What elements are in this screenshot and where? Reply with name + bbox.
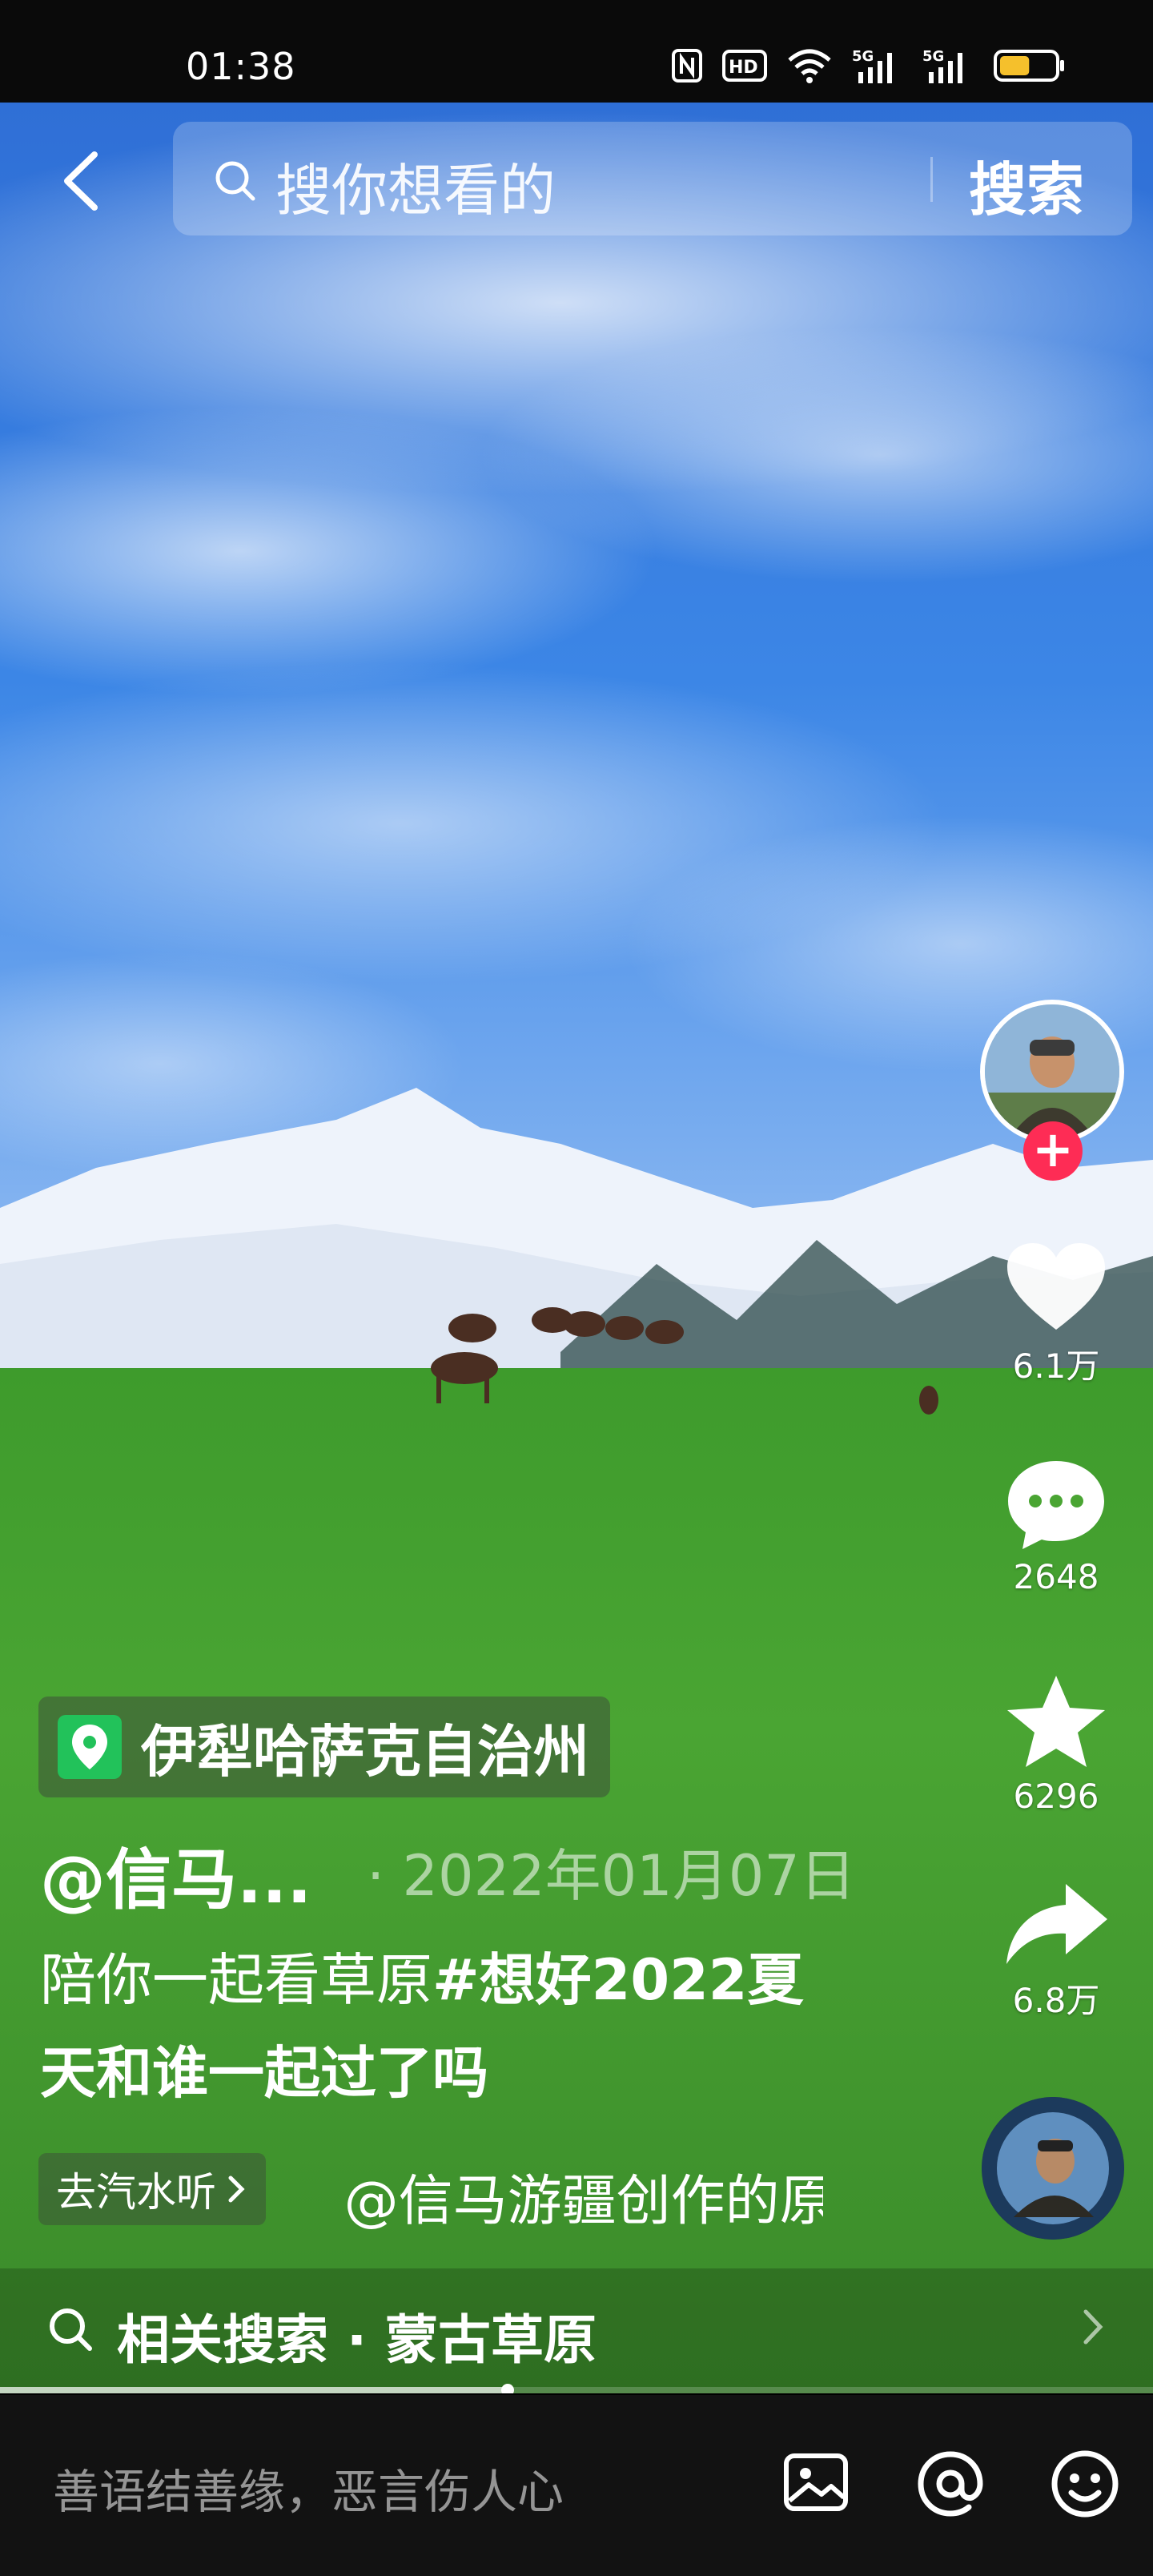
author-name[interactable]: @信马...: [40, 1826, 311, 1922]
music-title[interactable]: @信马游疆创作的原: [327, 2156, 823, 2236]
star-icon: [1007, 1676, 1105, 1767]
like-button[interactable]: 6.1万: [972, 1240, 1140, 1388]
video-player[interactable]: 搜你想看的 搜索 + 6.1万 2648 6296 6.8万 伊犁哈萨克自治州 …: [0, 103, 1153, 2393]
music-disc[interactable]: [982, 2097, 1124, 2240]
svg-text:5G: 5G: [922, 48, 944, 65]
progress-fill: [0, 2387, 508, 2393]
favorite-button[interactable]: 6296: [972, 1672, 1140, 1816]
search-divider: [930, 157, 933, 202]
video-caption: 陪你一起看草原#想好2022夏天和谁一起过了吗: [40, 1934, 857, 2119]
status-icons: HD 5G 5G: [671, 42, 1067, 90]
progress-knob[interactable]: [500, 2384, 514, 2393]
comment-icon: [1008, 1461, 1104, 1549]
status-bar: 01:38 HD 5G 5G: [0, 0, 1153, 103]
listen-on-soda-button[interactable]: 去汽水听: [38, 2153, 266, 2225]
chevron-right-icon: [1081, 2307, 1105, 2350]
signal-5g-icon-2: 5G: [922, 46, 974, 85]
share-button[interactable]: 6.8万: [972, 1881, 1140, 2023]
related-search-label: 相关搜索 · 蒙古草原: [117, 2309, 597, 2371]
video-progress-bar[interactable]: [0, 2384, 1153, 2393]
soda-label: 去汽水听: [56, 2169, 216, 2216]
svg-text:5G: 5G: [852, 48, 874, 65]
image-icon[interactable]: [781, 2448, 850, 2520]
comment-count: 2648: [1013, 1557, 1099, 1596]
share-icon: [1006, 1884, 1107, 1964]
follow-button[interactable]: +: [1023, 1121, 1083, 1181]
hd-icon: HD: [722, 46, 767, 85]
caption-text: 陪你一起看草原: [40, 1947, 432, 2013]
comment-input[interactable]: 善语结善缘，恶言伤人心: [53, 2454, 564, 2522]
status-time: 01:38: [186, 45, 296, 88]
location-tag[interactable]: 伊犁哈萨克自治州: [38, 1697, 610, 1797]
mention-icon[interactable]: [914, 2448, 986, 2523]
related-search-bar[interactable]: 相关搜索 · 蒙古草原: [0, 2268, 1153, 2393]
emoji-icon[interactable]: [1049, 2448, 1121, 2523]
nfc-icon: [671, 46, 703, 85]
svg-text:HD: HD: [729, 58, 758, 78]
search-box[interactable]: 搜你想看的 搜索: [173, 122, 1132, 235]
search-icon: [213, 159, 258, 207]
comment-button[interactable]: 2648: [972, 1456, 1140, 1596]
search-button[interactable]: 搜索: [969, 143, 1084, 227]
location-pin-icon: [58, 1715, 122, 1779]
heart-icon: [1007, 1243, 1105, 1330]
favorite-count: 6296: [1013, 1777, 1099, 1816]
related-search-icon: [46, 2305, 94, 2357]
music-name: @信马游疆创作的原: [343, 2170, 823, 2233]
search-input[interactable]: 搜你想看的: [275, 146, 556, 227]
battery-icon: [993, 46, 1067, 85]
chevron-right-icon: [228, 2176, 245, 2203]
comment-bar: 善语结善缘，恶言伤人心: [0, 2395, 1153, 2576]
share-count: 6.8万: [1012, 1981, 1100, 2020]
back-button[interactable]: [53, 141, 109, 221]
like-count: 6.1万: [1012, 1346, 1100, 1386]
location-name: 伊犁哈萨克自治州: [141, 1718, 589, 1785]
wifi-icon: [786, 46, 833, 85]
post-date: · 2022年01月07日: [367, 1843, 856, 1909]
signal-5g-icon: 5G: [852, 46, 903, 85]
